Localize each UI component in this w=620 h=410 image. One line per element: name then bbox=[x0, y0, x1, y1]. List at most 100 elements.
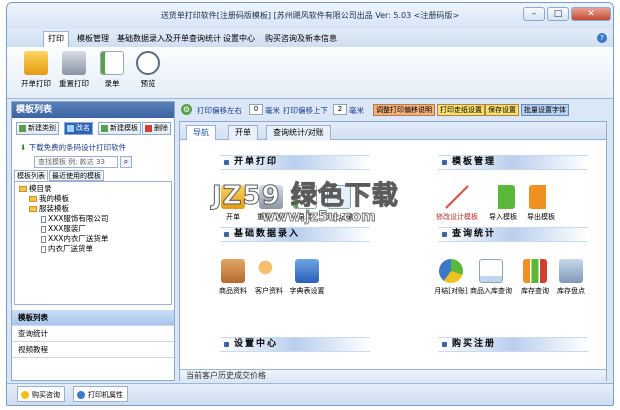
tab-template-list[interactable]: 模板列表 bbox=[14, 170, 48, 181]
app-window: 送货单打印软件[注册码版模板] [苏州飓风软件有限公司出品 Ver: 5.03 … bbox=[6, 2, 614, 406]
offset-ud-input[interactable]: 2 bbox=[333, 104, 347, 115]
bar-chart-icon bbox=[523, 259, 547, 283]
template-panel: 模板列表 新建类别 改名 新建模板 删除 ⬇ 下载免费的条码设计打印软件 查找模… bbox=[11, 101, 175, 381]
address-book-icon bbox=[295, 259, 319, 283]
tile-label: 字典表设置 bbox=[289, 287, 325, 295]
panel-title: 模板列表 bbox=[12, 102, 174, 118]
offset-explain-button[interactable]: 调整打印偏移说明 bbox=[373, 104, 435, 116]
box-icon bbox=[221, 259, 245, 283]
folder-icon bbox=[29, 206, 37, 212]
stocktake-icon bbox=[559, 259, 583, 283]
tree-root[interactable]: 模目录 bbox=[19, 184, 52, 194]
report-icon bbox=[479, 259, 503, 283]
btn-label: 改名 bbox=[76, 124, 90, 132]
tree-item[interactable]: XXX内衣厂送货单 bbox=[41, 234, 108, 244]
printer-icon bbox=[259, 185, 283, 209]
paper-settings-button[interactable]: 打印走纸设置 bbox=[437, 104, 485, 116]
tree-label: XXX服饰有限公司 bbox=[48, 214, 109, 223]
section-buy: 购买注册 bbox=[438, 337, 588, 352]
tab-query[interactable]: 查询统计/对账 bbox=[266, 125, 331, 140]
delete-icon bbox=[145, 125, 152, 132]
export-arrow-icon bbox=[529, 185, 553, 209]
checklist-icon bbox=[100, 51, 124, 75]
main-tabs: 导航 开单 查询统计/对账 bbox=[180, 122, 606, 140]
tree-my-templates[interactable]: 我的模板 bbox=[29, 194, 69, 204]
tree-item[interactable]: 内衣厂送货单 bbox=[41, 244, 93, 254]
tile-export-template[interactable]: 导出模板 bbox=[522, 185, 560, 222]
search-icon[interactable]: ⌕ bbox=[120, 156, 132, 168]
printer-properties-button[interactable]: 打印机属性 bbox=[73, 386, 128, 402]
menu-purchase[interactable]: 购买咨询及新本信息 bbox=[261, 32, 341, 46]
tab-recent-templates[interactable]: 最近使用的模板 bbox=[49, 170, 104, 181]
tree-item[interactable]: XXX服饰有限公司 bbox=[41, 214, 108, 224]
printer-icon bbox=[24, 51, 48, 75]
unit-label: 毫米 bbox=[265, 106, 280, 115]
folder-icon bbox=[29, 196, 37, 202]
document-icon bbox=[41, 215, 46, 223]
new-category-button[interactable]: 新建类别 bbox=[16, 122, 59, 135]
purchase-consult-button[interactable]: 购买咨询 bbox=[17, 386, 65, 402]
close-button[interactable]: ✕ bbox=[571, 7, 611, 21]
gear-icon: ⚙ bbox=[181, 104, 192, 115]
left-nav: 模板列表 查询统计 视频教程 bbox=[12, 310, 174, 358]
tile-stock-in[interactable]: 商品入库查询 bbox=[470, 259, 512, 296]
nav-query[interactable]: 查询统计 bbox=[12, 326, 174, 342]
section-query: 查询统计 bbox=[438, 227, 588, 242]
main-area: 导航 开单 查询统计/对账 开单打印 模板管理 开单 重置打印 录单 历史记录 … bbox=[179, 121, 607, 381]
rename-button[interactable]: 改名 bbox=[64, 122, 93, 135]
tile-dictionary[interactable]: 字典表设置 bbox=[288, 259, 326, 296]
ribbon-print-button[interactable]: 开单打印 bbox=[21, 51, 51, 89]
ribbon-preview-button[interactable]: 预览 bbox=[133, 51, 163, 89]
menu-basic-data[interactable]: 基础数据录入及开单查询统计 bbox=[113, 32, 225, 46]
status-label: 打印机属性 bbox=[88, 391, 123, 399]
help-icon[interactable]: ? bbox=[597, 33, 607, 43]
tile-history[interactable]: 历史记录 bbox=[320, 185, 358, 222]
nav-template-list[interactable]: 模板列表 bbox=[12, 310, 174, 326]
ribbon-label: 开单打印 bbox=[21, 79, 51, 88]
minimize-button[interactable]: – bbox=[523, 7, 545, 21]
tile-edit-template[interactable]: 修改设计模板 bbox=[436, 185, 478, 222]
ribbon-reprint-button[interactable]: 重置打印 bbox=[59, 51, 89, 89]
document-icon bbox=[41, 235, 46, 243]
ribbon-entry-button[interactable]: 录单 bbox=[97, 51, 127, 89]
checklist-icon bbox=[293, 185, 317, 209]
template-tree: 模目录 我的模板 服装模板 XXX服饰有限公司 XXX服装厂 XXX内衣厂送货单… bbox=[14, 181, 172, 305]
tree-label: 模目录 bbox=[29, 184, 52, 193]
new-template-button[interactable]: 新建模板 bbox=[98, 122, 141, 135]
tile-label: 库存盘点 bbox=[557, 287, 585, 295]
download-link[interactable]: ⬇ 下载免费的条码设计打印软件 bbox=[20, 142, 126, 153]
ribbon-toolbar: 开单打印 重置打印 录单 预览 bbox=[7, 47, 613, 99]
menu-template[interactable]: 模板管理 bbox=[73, 32, 113, 46]
download-link-text: 下载免费的条码设计打印软件 bbox=[28, 143, 127, 152]
delete-button[interactable]: 删除 bbox=[142, 122, 171, 135]
section-basic-data: 基础数据录入 bbox=[220, 227, 370, 242]
maximize-button[interactable]: □ bbox=[547, 7, 569, 21]
offset-lr-input[interactable]: 0 bbox=[249, 104, 263, 115]
btn-label: 删除 bbox=[154, 124, 168, 132]
import-arrow-icon bbox=[491, 185, 515, 209]
menu-settings[interactable]: 设置中心 bbox=[219, 32, 259, 46]
tile-stocktaking[interactable]: 库存盘点 bbox=[552, 259, 590, 296]
nav-content: 开单打印 模板管理 开单 重置打印 录单 历史记录 修改设计模板 导入模板 导出… bbox=[180, 141, 606, 369]
tab-order[interactable]: 开单 bbox=[228, 125, 258, 140]
menu-print[interactable]: 打印 bbox=[43, 31, 69, 47]
add-icon bbox=[101, 125, 108, 132]
unit-label: 毫米 bbox=[349, 106, 364, 115]
tab-nav[interactable]: 导航 bbox=[186, 125, 216, 140]
printer-icon bbox=[62, 51, 86, 75]
tree-clothing-templates[interactable]: 服装模板 bbox=[29, 204, 69, 214]
save-settings-button[interactable]: 保存设置 bbox=[485, 104, 519, 116]
printer-icon bbox=[77, 391, 85, 399]
font-settings-button[interactable]: 批量设置字体 bbox=[521, 104, 569, 116]
users-icon bbox=[257, 259, 281, 283]
rename-icon bbox=[67, 125, 74, 132]
nav-video[interactable]: 视频教程 bbox=[12, 342, 174, 358]
tree-label: 服装模板 bbox=[39, 204, 69, 213]
section-template: 模板管理 bbox=[438, 155, 588, 170]
status-label: 购买咨询 bbox=[32, 391, 60, 399]
template-search-input[interactable]: 查找模板 例: 款达 33 bbox=[34, 156, 118, 168]
tree-item[interactable]: XXX服装厂 bbox=[41, 224, 86, 234]
tree-label: 内衣厂送货单 bbox=[48, 244, 93, 253]
print-offset-bar: ⚙ 打印偏移左右 0 毫米 打印偏移上下 2 毫米 调整打印偏移说明 打印走纸设… bbox=[179, 101, 609, 119]
pie-chart-icon bbox=[439, 259, 463, 283]
